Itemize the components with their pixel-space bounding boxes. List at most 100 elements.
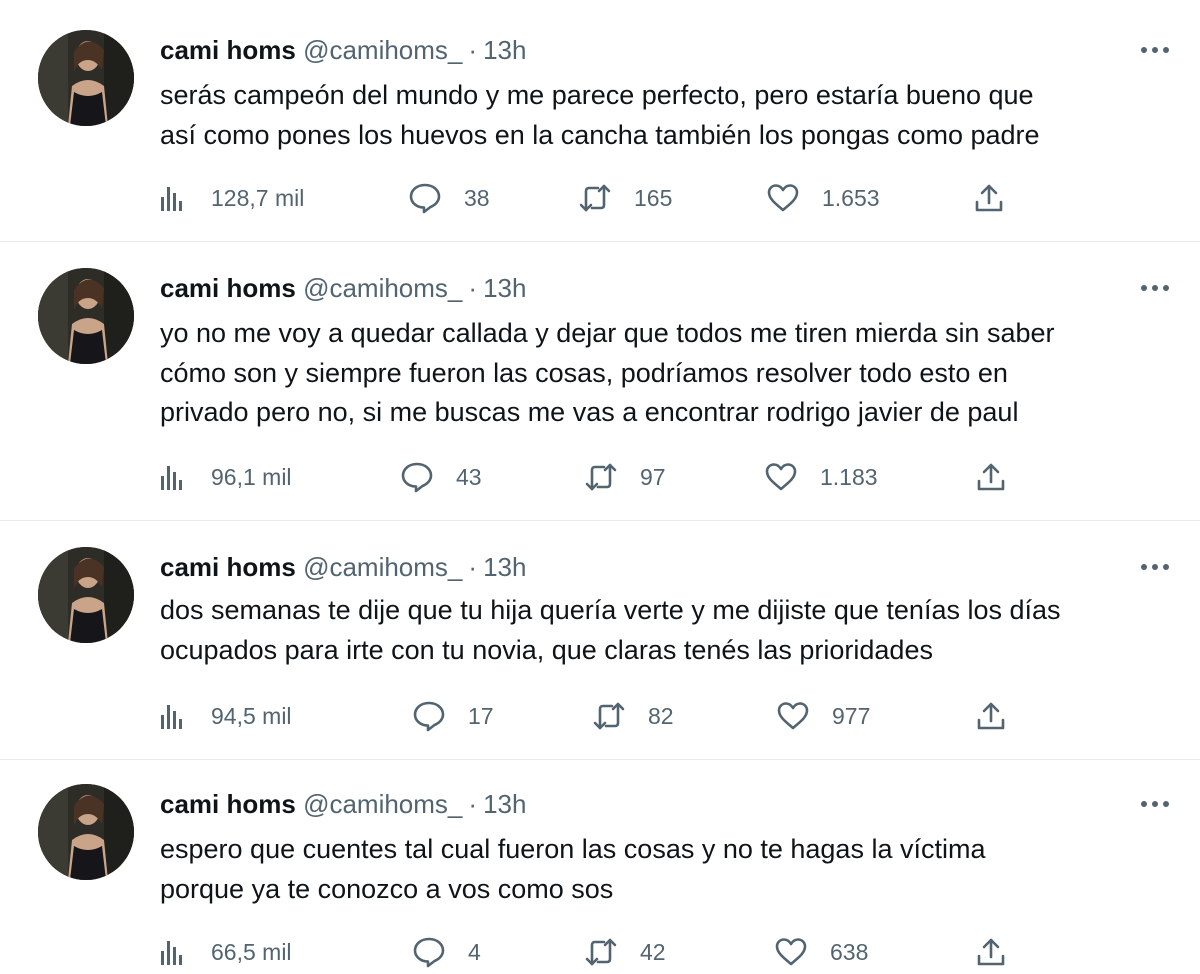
heart-icon (776, 699, 810, 733)
tweet-text-line: dos semanas te dije que tu hija quería v… (160, 595, 1061, 625)
separator-dot: · (468, 35, 478, 65)
user-handle[interactable]: @camihoms_ (303, 35, 462, 65)
avatar[interactable] (38, 268, 134, 364)
separator-dot: · (468, 552, 478, 582)
views-count: 96,1 mil (211, 463, 292, 490)
upload-icon (974, 460, 1008, 494)
display-name[interactable]: cami homs (160, 273, 296, 303)
retweet-count: 42 (640, 938, 666, 965)
retweet-count: 165 (634, 184, 673, 211)
like-count: 977 (832, 702, 871, 729)
views-button[interactable]: 96,1 mil (155, 455, 292, 499)
views-count: 94,5 mil (211, 702, 292, 729)
bar-chart-icon (155, 699, 189, 733)
avatar[interactable] (38, 547, 134, 643)
retweet-arrows-icon (584, 935, 618, 969)
share-button[interactable] (972, 176, 1006, 220)
retweet-button[interactable]: 165 (578, 176, 672, 220)
reply-count: 43 (456, 463, 482, 490)
tweet[interactable]: cami homs @camihoms_ · 13h yo no me voy a … (0, 242, 1200, 520)
action-bar: 66,5 mil 4 42 638 (0, 930, 1200, 974)
share-button[interactable] (974, 930, 1008, 974)
tweet-header: cami homs @camihoms_ · 13h (160, 786, 526, 822)
tweet-header: cami homs @camihoms_ · 13h (160, 32, 526, 68)
display-name[interactable]: cami homs (160, 35, 296, 65)
tweet-text: dos semanas te dije que tu hija quería v… (160, 591, 1170, 670)
speech-bubble-icon (408, 181, 442, 215)
retweet-arrows-icon (584, 460, 618, 494)
timestamp[interactable]: 13h (483, 552, 526, 582)
separator-dot: · (468, 789, 478, 819)
tweet-header: cami homs @camihoms_ · 13h (160, 549, 526, 585)
speech-bubble-icon (412, 935, 446, 969)
tweet-text-line: espero que cuentes tal cual fueron las c… (160, 834, 986, 864)
retweet-arrows-icon (578, 181, 612, 215)
tweet-text: serás campeón del mundo y me parece perf… (160, 76, 1170, 155)
tweet-feed: cami homs @camihoms_ · 13h serás campeón d… (0, 0, 1200, 973)
reply-button[interactable]: 38 (408, 176, 490, 220)
action-bar: 96,1 mil 43 97 1.183 (0, 455, 1200, 499)
share-button[interactable] (974, 694, 1008, 738)
action-bar: 94,5 mil 17 82 977 (0, 694, 1200, 738)
tweet-header: cami homs @camihoms_ · 13h (160, 270, 526, 306)
retweet-button[interactable]: 97 (584, 455, 666, 499)
more-options-button[interactable] (1138, 557, 1172, 577)
timestamp[interactable]: 13h (483, 789, 526, 819)
reply-count: 17 (468, 702, 494, 729)
avatar[interactable] (38, 30, 134, 126)
display-name[interactable]: cami homs (160, 789, 296, 819)
three-dots-icon (1141, 47, 1169, 53)
separator-dot: · (468, 273, 478, 303)
tweet-text-line: yo no me voy a quedar callada y dejar qu… (160, 318, 1055, 348)
views-count: 128,7 mil (211, 184, 305, 211)
speech-bubble-icon (400, 460, 434, 494)
display-name[interactable]: cami homs (160, 552, 296, 582)
timestamp[interactable]: 13h (483, 35, 526, 65)
like-count: 1.183 (820, 463, 878, 490)
avatar[interactable] (38, 784, 134, 880)
tweet[interactable]: cami homs @camihoms_ · 13h serás campeón d… (0, 0, 1200, 241)
retweet-arrows-icon (592, 699, 626, 733)
more-options-button[interactable] (1138, 794, 1172, 814)
timestamp[interactable]: 13h (483, 273, 526, 303)
upload-icon (974, 699, 1008, 733)
like-count: 1.653 (822, 184, 880, 211)
like-button[interactable]: 638 (774, 930, 868, 974)
action-bar: 128,7 mil 38 165 1.653 (0, 176, 1200, 220)
tweet-text-line: privado pero no, si me buscas me vas a e… (160, 397, 1019, 427)
retweet-button[interactable]: 42 (584, 930, 666, 974)
retweet-count: 82 (648, 702, 674, 729)
like-button[interactable]: 1.653 (766, 176, 880, 220)
three-dots-icon (1141, 285, 1169, 291)
views-button[interactable]: 128,7 mil (155, 176, 304, 220)
tweet-text-line: cómo son y siempre fueron las cosas, pod… (160, 357, 1008, 388)
reply-button[interactable]: 43 (400, 455, 482, 499)
bar-chart-icon (155, 460, 189, 494)
views-button[interactable]: 94,5 mil (155, 694, 292, 738)
reply-button[interactable]: 17 (412, 694, 494, 738)
tweet[interactable]: cami homs @camihoms_ · 13h espero que cuen… (0, 760, 1200, 973)
three-dots-icon (1141, 801, 1169, 807)
reply-count: 4 (468, 938, 481, 965)
retweet-button[interactable]: 82 (592, 694, 674, 738)
tweet-text-line: serás campeón del mundo y me parece perf… (160, 80, 1034, 110)
speech-bubble-icon (412, 699, 446, 733)
views-button[interactable]: 66,5 mil (155, 930, 292, 974)
retweet-count: 97 (640, 463, 666, 490)
user-handle[interactable]: @camihoms_ (303, 789, 462, 819)
tweet-text-line: así como pones los huevos en la cancha t… (160, 119, 1040, 150)
upload-icon (972, 181, 1006, 215)
share-button[interactable] (974, 455, 1008, 499)
like-button[interactable]: 977 (776, 694, 870, 738)
user-handle[interactable]: @camihoms_ (303, 273, 462, 303)
user-handle[interactable]: @camihoms_ (303, 552, 462, 582)
heart-icon (774, 935, 808, 969)
more-options-button[interactable] (1138, 40, 1172, 60)
bar-chart-icon (155, 181, 189, 215)
reply-button[interactable]: 4 (412, 930, 481, 974)
like-button[interactable]: 1.183 (764, 455, 878, 499)
bar-chart-icon (155, 935, 189, 969)
tweet[interactable]: cami homs @camihoms_ · 13h dos semanas te … (0, 521, 1200, 759)
heart-icon (766, 181, 800, 215)
more-options-button[interactable] (1138, 278, 1172, 298)
